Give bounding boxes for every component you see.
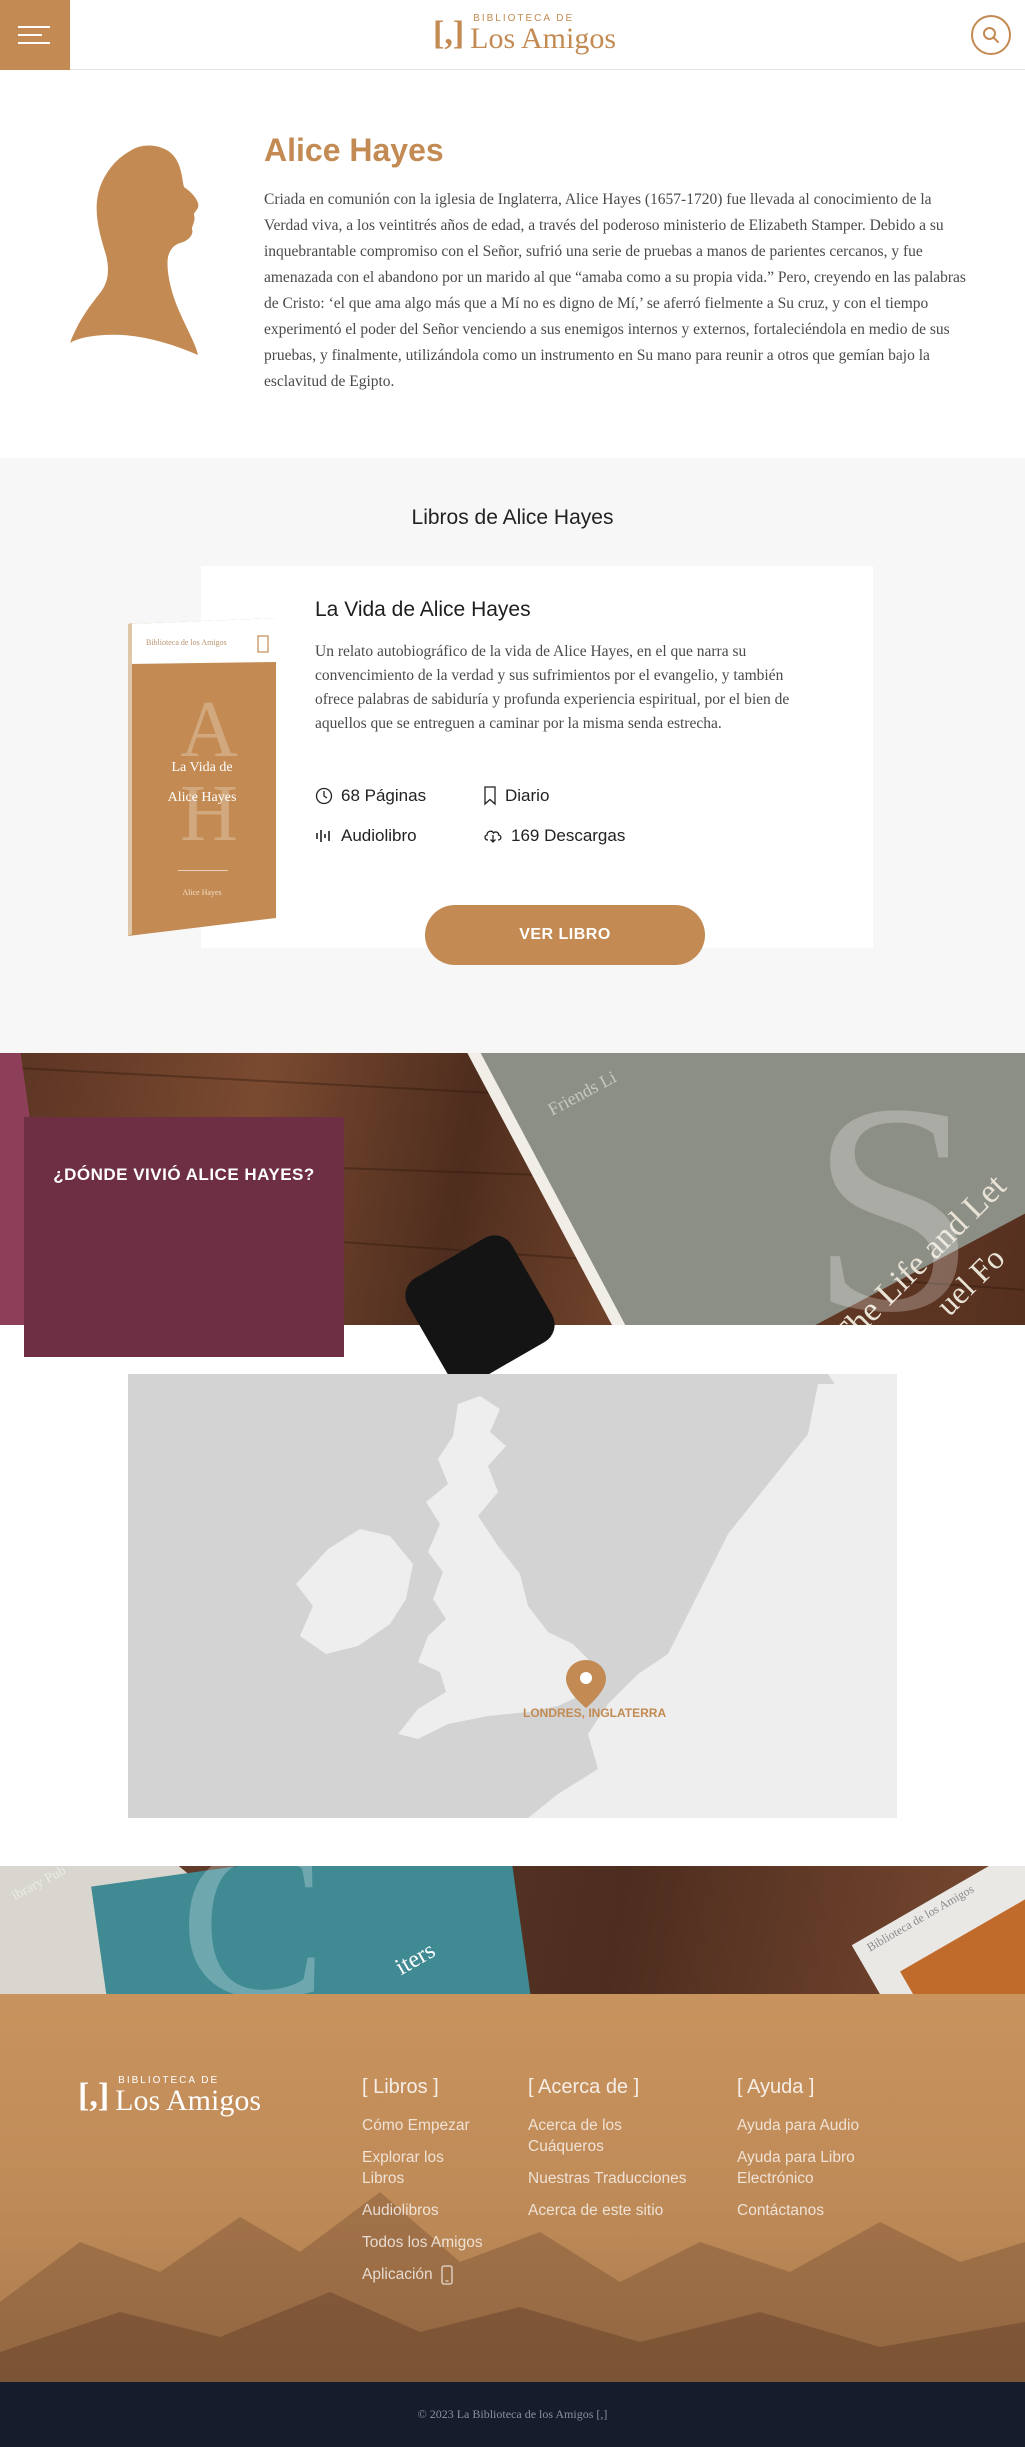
big-letter-c: C	[180, 1866, 327, 1994]
footer-logo-big: Los Amigos	[115, 2084, 262, 2117]
search-button[interactable]	[971, 15, 1011, 55]
book-description: Un relato autobiográfico de la vida de A…	[315, 643, 790, 732]
menu-button[interactable]	[0, 0, 70, 70]
footer-col-title: [ Libros ]	[362, 2076, 439, 2098]
audio-wave-icon	[316, 830, 330, 842]
footer-link-ayuda-ebook[interactable]: Ayuda para Libro Electrónico	[737, 2147, 887, 2189]
footer-link-como-empezar[interactable]: Cómo Empezar	[362, 2115, 483, 2136]
footer-link-traducciones[interactable]: Nuestras Traducciones	[528, 2168, 687, 2189]
footer-logo-mark: [,]	[78, 2077, 110, 2114]
cover-title-line2: Alice Hayes	[167, 790, 237, 805]
cover-author: Alice Hayes	[182, 888, 222, 897]
cover-title-line1: La Vida de	[171, 760, 233, 775]
bookmark-icon	[484, 786, 496, 806]
copyright-bar: © 2023 La Biblioteca de los Amigos [,]	[0, 2382, 1025, 2447]
cloud-download-icon	[484, 830, 502, 843]
footer-link-app-row[interactable]: Aplicación	[362, 2264, 483, 2285]
logo-mark: [,]	[433, 15, 465, 52]
hamburger-icon	[18, 26, 50, 28]
location-map[interactable]: LONDRES, INGLATERRA	[128, 1374, 897, 1818]
book-audio: Audiolibro	[315, 826, 417, 846]
footer-col-acerca: [ Acerca de ] Acerca de los Cuáqueros Nu…	[528, 2076, 687, 2232]
footer-col-libros: [ Libros ] Cómo Empezar Explorar los Lib…	[362, 2076, 483, 2285]
footer-link-todos-amigos[interactable]: Todos los Amigos	[362, 2232, 483, 2253]
book-card	[201, 566, 873, 948]
books-heading: Libros de Alice Hayes	[411, 506, 614, 529]
map-location-label: LONDRES, INGLATERRA	[523, 1706, 667, 1720]
site-footer: [,] BIBLIOTECA DE Los Amigos [ Libros ] …	[0, 1994, 1025, 2382]
map-title: ¿DÓNDE VIVIÓ ALICE HAYES?	[53, 1165, 315, 1184]
book-title[interactable]: La Vida de Alice Hayes	[315, 598, 531, 622]
cover-divider	[178, 870, 228, 871]
search-icon	[983, 27, 999, 43]
logo-big-text: Los Amigos	[470, 22, 617, 55]
footer-col-title: [ Acerca de ]	[528, 2076, 640, 2098]
footer-link-ayuda-audio[interactable]: Ayuda para Audio	[737, 2115, 887, 2136]
author-name: Alice Hayes	[264, 132, 444, 168]
hamburger-icon-line	[18, 42, 50, 44]
footer-col-ayuda: [ Ayuda ] Ayuda para Audio Ayuda para Li…	[737, 2076, 887, 2232]
site-logo[interactable]: [,] BIBLIOTECA DE Los Amigos	[433, 14, 616, 54]
footer-logo[interactable]: [,] BIBLIOTECA DE Los Amigos	[78, 2076, 261, 2116]
map-land	[296, 1374, 897, 1818]
site-header: [,] BIBLIOTECA DE Los Amigos	[0, 0, 1025, 70]
footer-link-cuaqueros[interactable]: Acerca de los Cuáqueros	[528, 2115, 668, 2157]
cover-series: Biblioteca de los Amigos	[146, 638, 227, 647]
book-cover[interactable]: Biblioteca de los Amigos AH La Vida de A…	[128, 618, 276, 936]
big-letter-s: S	[810, 1042, 977, 1374]
view-book-button[interactable]: VER LIBRO	[425, 905, 705, 965]
phone-icon	[441, 2264, 453, 2285]
book-pages: 68 Páginas	[315, 786, 426, 806]
footer-link-explorar[interactable]: Explorar los Libros	[362, 2147, 472, 2189]
author-bio: Criada en comunión con la iglesia de Ing…	[264, 191, 966, 390]
footer-link-sitio[interactable]: Acerca de este sitio	[528, 2200, 687, 2221]
author-silhouette	[70, 145, 199, 355]
footer-link-audiolibros[interactable]: Audiolibros	[362, 2200, 483, 2221]
map-title-box: ¿DÓNDE VIVIÓ ALICE HAYES?	[24, 1117, 344, 1357]
footer-link-aplicacion[interactable]: Aplicación	[362, 2264, 433, 2285]
book-type: Diario	[483, 786, 549, 806]
photo-banner-2: C iters ibrary Pub Biblioteca de los Ami…	[0, 1866, 1025, 1994]
clock-icon	[315, 787, 333, 805]
footer-link-contacto[interactable]: Contáctanos	[737, 2200, 887, 2221]
footer-col-title: [ Ayuda ]	[737, 2076, 815, 2098]
book-downloads: 169 Descargas	[483, 826, 625, 846]
hamburger-icon-line	[18, 34, 42, 36]
